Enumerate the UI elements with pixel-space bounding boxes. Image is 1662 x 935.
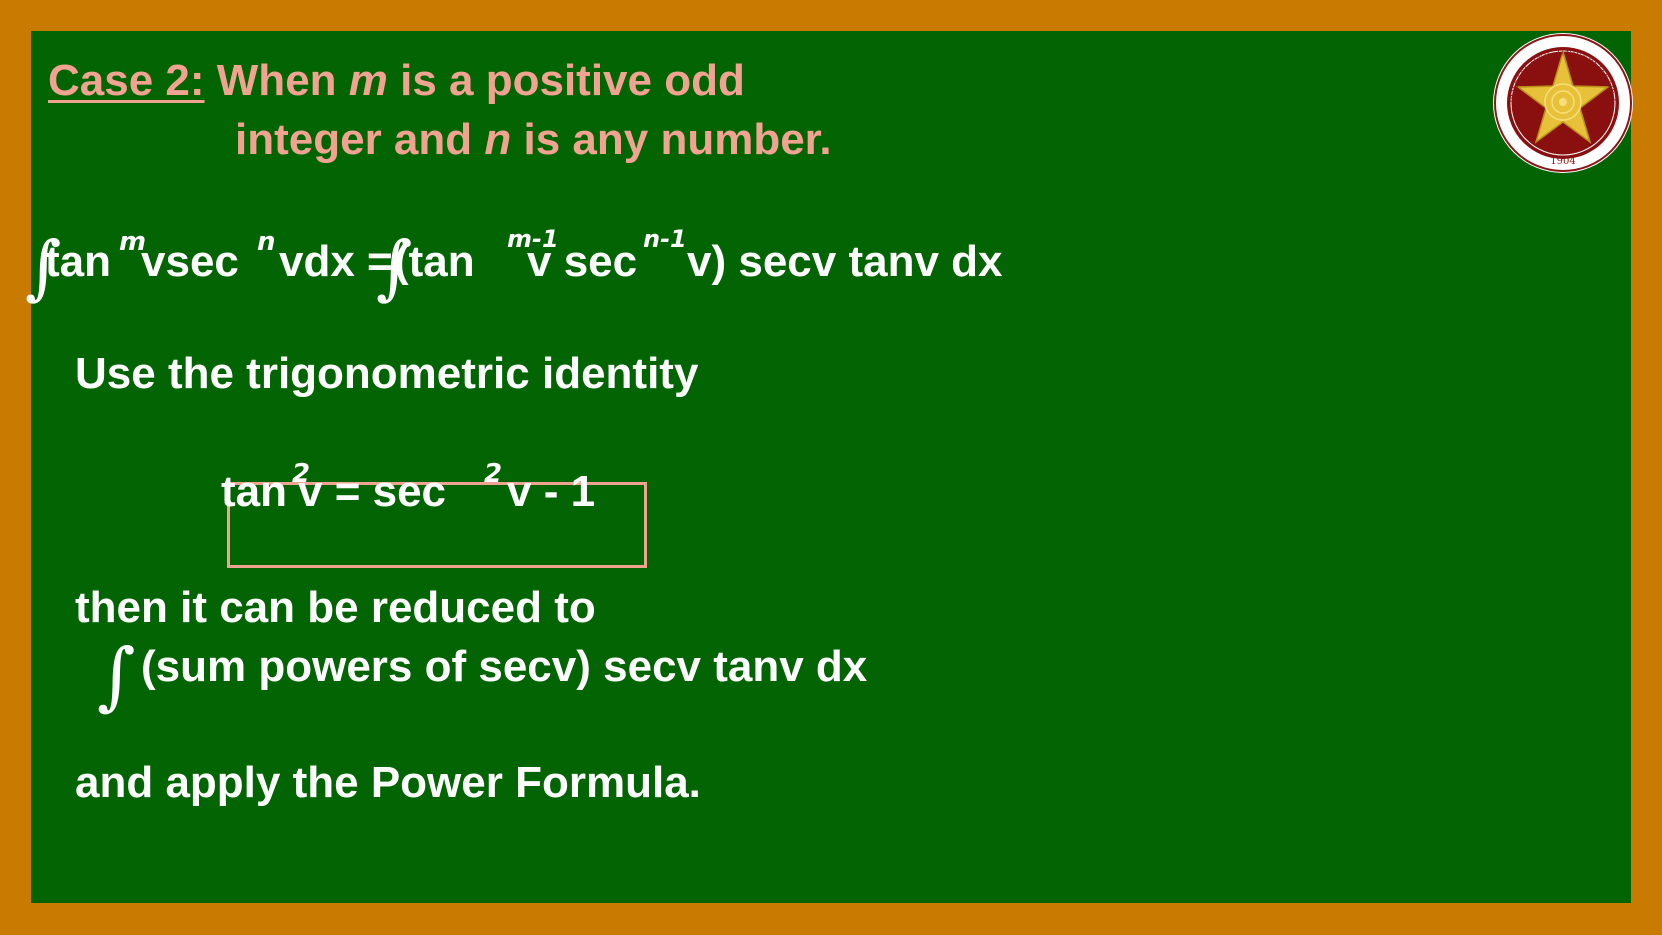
formula-rhs-exp-n: n-1 <box>643 225 687 253</box>
identity-exp-2: 2 <box>484 459 503 489</box>
formula-rhs-a: (tan <box>394 237 475 286</box>
formula-lhs-a: tan <box>45 237 111 286</box>
reduced-text: then it can be reduced to <box>75 583 596 632</box>
integral-sign-reduced: ∫ <box>97 633 136 719</box>
identity-rhs: v - 1 <box>507 467 596 516</box>
heading-text-2b: is any number. <box>511 115 832 164</box>
case-label: Case 2: <box>48 56 205 105</box>
formula-lhs-b: vsec <box>141 237 239 286</box>
formula-rhs-b: v sec <box>527 237 638 286</box>
identity-mid: v = sec <box>298 467 447 516</box>
logo-year: 1904 <box>1550 156 1575 167</box>
heading-text-1b: is a positive odd <box>387 56 745 105</box>
apply-power-formula-text: and apply the Power Formula. <box>75 758 701 807</box>
university-seal-logo: POLYTECHNIC UNIVERSITY OF THE PHILIPPINE… <box>1492 32 1633 173</box>
formula-lhs-exp-n: n <box>257 227 276 257</box>
heading-text-1a: When <box>216 56 349 105</box>
heading-text-2a: integer and <box>235 115 485 164</box>
variable-n: n <box>484 115 512 164</box>
case-heading-line2: integer and n is any number. <box>235 110 832 170</box>
formula-rhs-c: v) secv tanv dx <box>687 237 1003 286</box>
identity-lhs: tan <box>221 467 287 516</box>
use-identity-text: Use the trigonometric identity <box>75 349 699 398</box>
case-heading-line1: Case 2: When m is a positive odd <box>48 51 745 111</box>
sum-powers-text: (sum powers of secv) secv tanv dx <box>141 642 868 691</box>
chalkboard: Case 2: When m is a positive odd integer… <box>25 31 1631 903</box>
variable-m: m <box>348 56 388 105</box>
